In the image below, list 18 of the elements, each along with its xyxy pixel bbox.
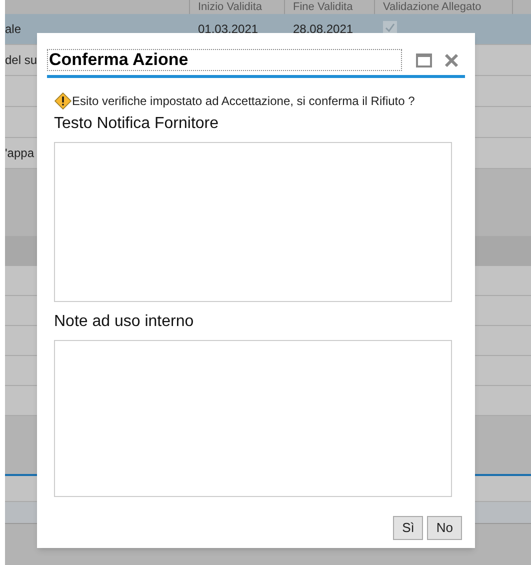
- dialog-button[interactable]: Sì: [393, 516, 424, 540]
- warning-icon: [54, 92, 72, 110]
- field-label: Note ad uso interno: [54, 312, 194, 332]
- table-cell: 'appa: [5, 146, 34, 160]
- checkmark-icon: [385, 23, 395, 33]
- column-header: Validazione Allegato: [383, 1, 482, 13]
- warning-message: Esito verifiche impostato ad Accettazione, si conferma il Rifiuto ?: [72, 93, 415, 110]
- close-icon[interactable]: [444, 52, 459, 68]
- maximize-icon[interactable]: [416, 52, 432, 68]
- column-header: Inizio Validita: [198, 1, 262, 13]
- table-cell: del su: [5, 53, 38, 67]
- table-cell: 28.08.2021: [293, 22, 354, 36]
- dialog-button[interactable]: No: [427, 516, 462, 540]
- field-label: Testo Notifica Fornitore: [54, 114, 219, 134]
- table-cell: ale: [5, 22, 22, 36]
- table-cell: 01.03.2021: [198, 22, 258, 36]
- column-header: Fine Validita: [293, 1, 353, 13]
- dialog-title: Conferma Azione: [47, 49, 402, 71]
